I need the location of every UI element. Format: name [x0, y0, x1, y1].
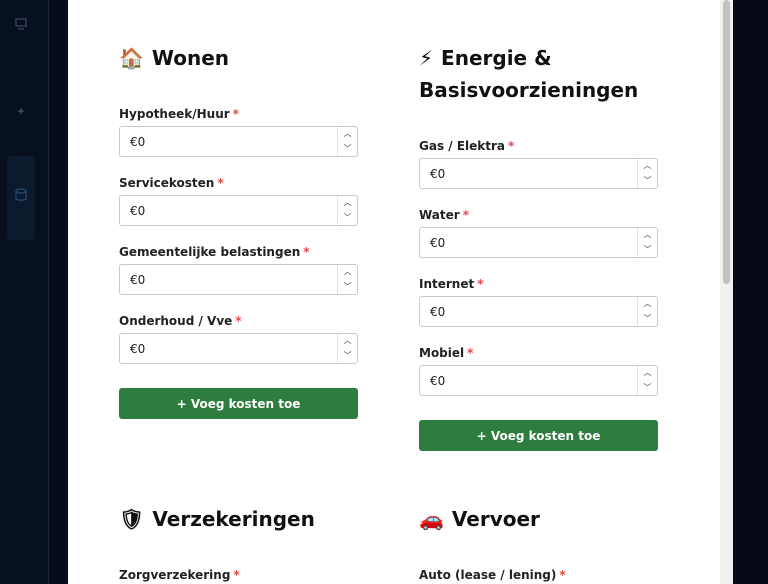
number-stepper[interactable]: ︿ ﹀	[637, 297, 657, 326]
chevron-down-icon[interactable]: ﹀	[638, 312, 657, 327]
chevron-up-icon[interactable]: ︿	[338, 127, 357, 142]
scrollbar-thumb[interactable]	[723, 0, 730, 284]
lightning-icon: ⚡	[419, 46, 434, 70]
section-verzekeringen: 🛡 Verzekeringen Zorgverzekering *	[119, 503, 358, 584]
chevron-down-icon[interactable]: ﹀	[638, 243, 657, 258]
chevron-up-icon[interactable]: ︿	[338, 196, 357, 211]
field-zorgverzekering: Zorgverzekering *	[119, 568, 240, 582]
sidebar	[0, 0, 49, 584]
house-icon: 🏠	[119, 46, 144, 70]
section-vervoer: 🚗 Vervoer Auto (lease / lening) *	[419, 503, 658, 584]
window-frame	[733, 0, 768, 584]
section-title: ⚡ Energie &	[419, 42, 658, 74]
number-stepper[interactable]: ︿ ﹀	[637, 159, 657, 188]
shield-icon: 🛡	[119, 507, 145, 531]
chevron-down-icon[interactable]: ﹀	[338, 211, 357, 226]
gemeentelijke-belastingen-input[interactable]: ︿﹀	[119, 264, 358, 295]
chevron-up-icon[interactable]: ︿	[638, 366, 657, 381]
add-cost-button[interactable]: + Voeg kosten toe	[119, 388, 358, 419]
onderhoud-input[interactable]: ︿﹀	[119, 333, 358, 364]
chevron-down-icon[interactable]: ﹀	[638, 174, 657, 189]
servicekosten-input[interactable]: ︿﹀	[119, 195, 358, 226]
database-icon[interactable]	[12, 188, 30, 206]
mobiel-input[interactable]: ︿﹀	[419, 365, 658, 396]
field-water: Water* ︿﹀	[419, 207, 658, 258]
section-title: 🚗 Vervoer	[419, 503, 658, 535]
monitor-icon[interactable]	[12, 18, 30, 36]
section-title: 🏠 Wonen	[119, 42, 358, 74]
chevron-down-icon[interactable]: ﹀	[638, 381, 657, 396]
chevron-down-icon[interactable]: ﹀	[338, 280, 357, 295]
budget-form-panel: 🏠 Wonen Hypotheek/Huur* ︿﹀ Servicekosten…	[68, 0, 720, 584]
field-mobiel: Mobiel* ︿﹀	[419, 345, 658, 396]
section-title: 🛡 Verzekeringen	[119, 503, 358, 535]
section-energie: ⚡ Energie & Basisvoorzieningen Gas / Ele…	[419, 42, 658, 451]
hypotheek-input[interactable]: ︿﹀	[119, 126, 358, 157]
field-gemeentelijke-belastingen: Gemeentelijke belastingen* ︿﹀	[119, 244, 358, 295]
chevron-up-icon[interactable]: ︿	[638, 228, 657, 243]
number-stepper[interactable]: ︿ ﹀	[637, 366, 657, 395]
number-stepper[interactable]: ︿ ﹀	[337, 127, 357, 156]
add-cost-button[interactable]: + Voeg kosten toe	[419, 420, 658, 451]
chevron-down-icon[interactable]: ﹀	[338, 142, 357, 157]
chevron-up-icon[interactable]: ︿	[338, 334, 357, 349]
star-icon[interactable]	[12, 104, 30, 122]
car-icon: 🚗	[419, 507, 444, 531]
field-hypotheek: Hypotheek/Huur* ︿﹀	[119, 106, 358, 157]
chevron-up-icon[interactable]: ︿	[638, 297, 657, 312]
internet-input[interactable]: ︿﹀	[419, 296, 658, 327]
gas-elektra-input[interactable]: ︿﹀	[419, 158, 658, 189]
water-input[interactable]: ︿﹀	[419, 227, 658, 258]
number-stepper[interactable]: ︿ ﹀	[337, 265, 357, 294]
chevron-up-icon[interactable]: ︿	[638, 159, 657, 174]
number-stepper[interactable]: ︿ ﹀	[637, 228, 657, 257]
section-title-line2: Basisvoorzieningen	[419, 78, 639, 102]
section-wonen: 🏠 Wonen Hypotheek/Huur* ︿﹀ Servicekosten…	[119, 42, 358, 419]
field-servicekosten: Servicekosten* ︿﹀	[119, 175, 358, 226]
number-stepper[interactable]: ︿ ﹀	[337, 196, 357, 225]
chevron-up-icon[interactable]: ︿	[338, 265, 357, 280]
field-auto: Auto (lease / lening) *	[419, 568, 566, 582]
field-internet: Internet* ︿﹀	[419, 276, 658, 327]
vertical-scrollbar[interactable]	[720, 0, 733, 584]
chevron-down-icon[interactable]: ﹀	[338, 349, 357, 364]
field-gas-elektra: Gas / Elektra* ︿﹀	[419, 138, 658, 189]
field-onderhoud: Onderhoud / Vve* ︿﹀	[119, 313, 358, 364]
number-stepper[interactable]: ︿ ﹀	[337, 334, 357, 363]
